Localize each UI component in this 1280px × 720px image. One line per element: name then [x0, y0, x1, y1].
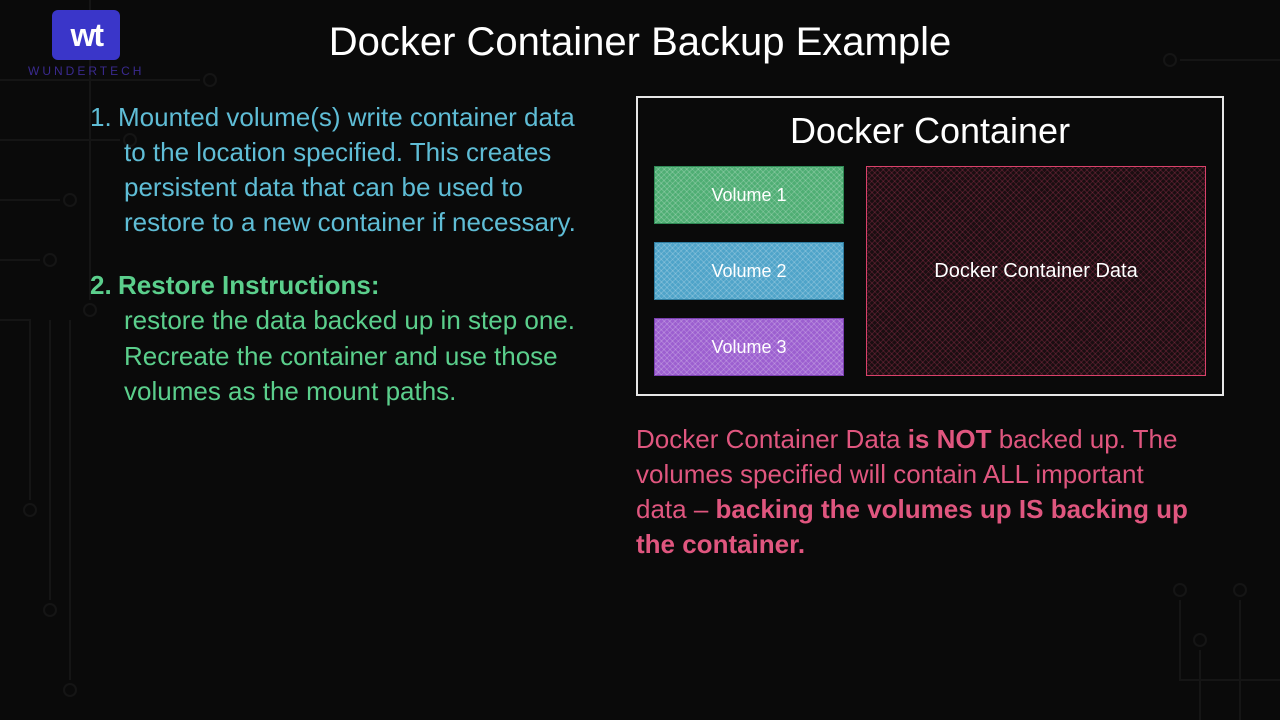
note-part-3: backing the volumes up IS backing up the… — [636, 494, 1188, 559]
step-1-number: 1. — [90, 100, 118, 135]
volumes-group: Volume 1 Volume 2 Volume 3 — [654, 166, 844, 376]
container-data-box: Docker Container Data — [866, 166, 1206, 376]
logo-mark: wt — [52, 10, 120, 60]
volume-1: Volume 1 — [654, 166, 844, 224]
brand-logo: wt WUNDERTECH — [28, 10, 144, 78]
docker-container-box: Docker Container Volume 1 Volume 2 Volum… — [636, 96, 1224, 396]
logo-brand: WUNDERTECH — [28, 64, 144, 78]
step-2-body: restore the data backed up in step one. … — [124, 305, 575, 405]
step-1-body: Mounted volume(s) write container data t… — [118, 102, 576, 237]
docker-container-title: Docker Container — [654, 110, 1206, 152]
diagram-column: Docker Container Volume 1 Volume 2 Volum… — [636, 96, 1224, 562]
step-2-number: 2. — [90, 268, 118, 303]
volume-2: Volume 2 — [654, 242, 844, 300]
volume-3: Volume 3 — [654, 318, 844, 376]
step-1: 1.Mounted volume(s) write container data… — [90, 100, 590, 240]
note-part-1b: is NOT — [908, 424, 992, 454]
step-2: 2.Restore Instructions: restore the data… — [90, 268, 590, 408]
page-title: Docker Container Backup Example — [329, 20, 952, 65]
note-part-1a: Docker Container Data — [636, 424, 908, 454]
note-text: Docker Container Data is NOT backed up. … — [636, 422, 1196, 562]
steps-list: 1.Mounted volume(s) write container data… — [90, 100, 590, 437]
step-2-heading: Restore Instructions: — [118, 270, 380, 300]
